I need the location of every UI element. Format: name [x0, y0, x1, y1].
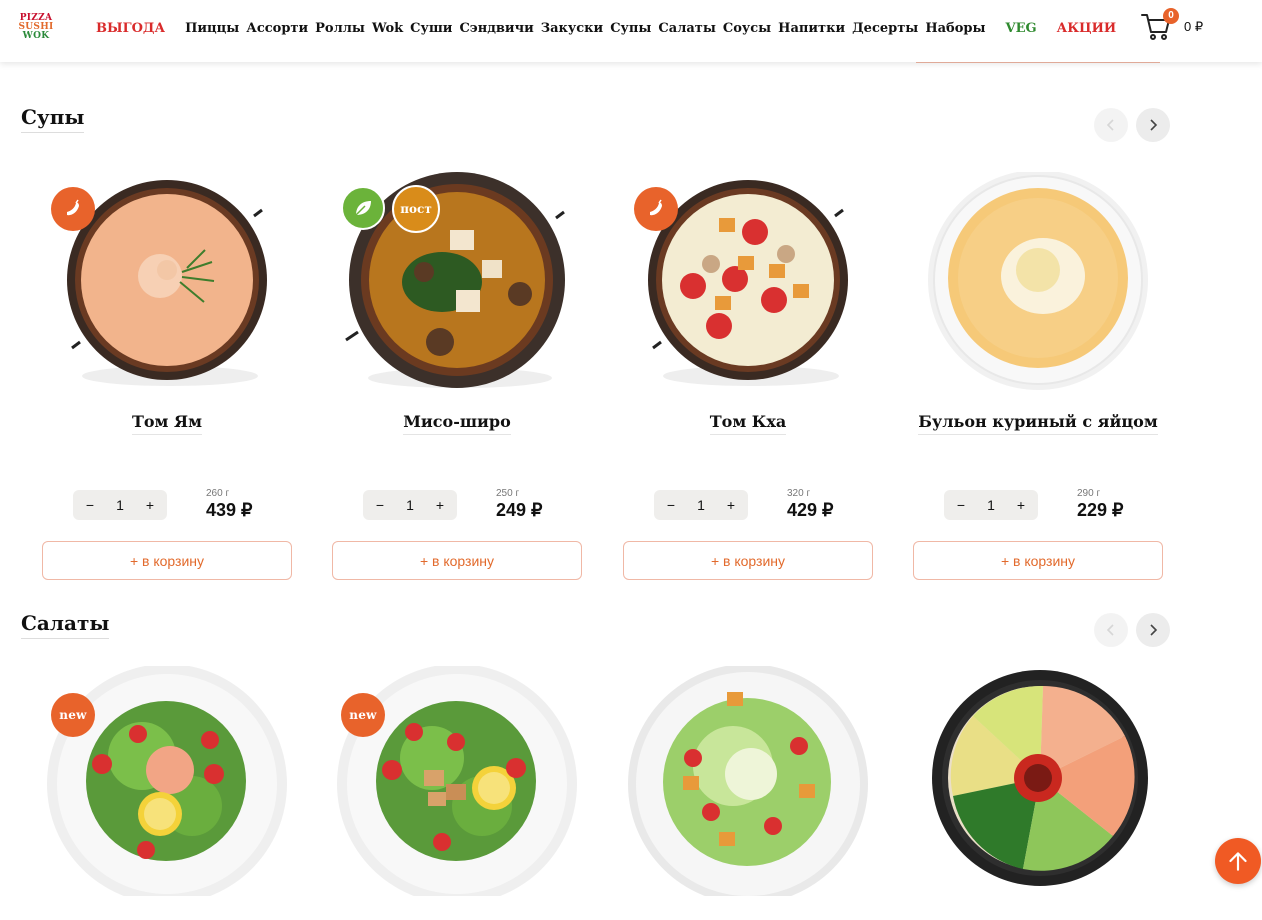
product-card-salad-1: new	[42, 664, 292, 920]
nav-item-drinks[interactable]: Напитки	[778, 21, 845, 36]
chili-icon	[634, 187, 678, 231]
quantity-value: 1	[697, 497, 705, 513]
chicken-broth-photo	[928, 170, 1148, 390]
arrow-up-icon	[1229, 852, 1247, 871]
nav-item-sauces[interactable]: Соусы	[723, 21, 771, 36]
lent-badge: пост	[392, 185, 440, 233]
product-price: 429 ₽	[787, 500, 834, 520]
salad-poke-photo	[932, 670, 1148, 886]
product-name[interactable]: Том Кха	[623, 412, 873, 435]
product-image[interactable]	[913, 170, 1163, 402]
product-card-salad-2: new	[332, 664, 582, 920]
soups-next-button[interactable]	[1136, 108, 1170, 142]
nav-item-sandwiches[interactable]: Сэндвичи	[459, 21, 533, 36]
product-image[interactable]	[913, 666, 1163, 896]
product-price: 229 ₽	[1077, 500, 1124, 520]
leaf-icon	[341, 186, 385, 230]
quantity-value: 1	[987, 497, 995, 513]
increase-button[interactable]: +	[1014, 497, 1028, 513]
product-card-salad-4	[913, 666, 1163, 920]
main-nav: ВЫГОДА Пиццы Ассорти Роллы Wok Суши Сэнд…	[96, 19, 1123, 37]
chevron-right-icon	[1150, 119, 1158, 131]
decrease-button[interactable]: −	[954, 497, 968, 513]
salads-next-button[interactable]	[1136, 613, 1170, 647]
site-logo[interactable]: PIZZA SUSHI WOK	[16, 14, 56, 44]
nav-item-pizza[interactable]: Пиццы	[185, 21, 239, 36]
quantity-stepper: − 1 +	[944, 490, 1038, 520]
add-to-cart-button[interactable]: + в корзину	[42, 541, 292, 580]
chevron-right-icon	[1150, 624, 1158, 636]
nav-item-soups[interactable]: Супы	[610, 21, 651, 36]
nav-item-desserts[interactable]: Десерты	[852, 21, 918, 36]
scroll-to-top-button[interactable]	[1215, 838, 1261, 884]
product-weight: 260 г	[206, 488, 230, 499]
product-weight: 290 г	[1077, 488, 1101, 499]
nav-item-sets[interactable]: Наборы	[925, 21, 985, 36]
product-price: 249 ₽	[496, 500, 543, 520]
site-header: PIZZA SUSHI WOK ВЫГОДА Пиццы Ассорти Рол…	[0, 0, 1262, 62]
product-weight: 250 г	[496, 488, 520, 499]
nav-item-wok[interactable]: Wok	[372, 21, 403, 36]
nav-item-veg[interactable]: VEG	[1006, 21, 1037, 36]
new-badge: new	[341, 693, 385, 737]
nav-item-snacks[interactable]: Закуски	[541, 21, 603, 36]
decrease-button[interactable]: −	[373, 497, 387, 513]
product-price: 439 ₽	[206, 500, 253, 520]
product-name[interactable]: Мисо-широ	[332, 412, 582, 435]
quantity-value: 1	[406, 497, 414, 513]
quantity-stepper: − 1 +	[654, 490, 748, 520]
increase-button[interactable]: +	[724, 497, 738, 513]
quantity-stepper: − 1 +	[73, 490, 167, 520]
add-to-cart-button[interactable]: + в корзину	[332, 541, 582, 580]
section-title-salads: Салаты	[21, 611, 110, 639]
add-to-cart-button[interactable]: + в корзину	[913, 541, 1163, 580]
salad-caesar-photo	[628, 664, 868, 904]
nav-item-sushi[interactable]: Суши	[410, 21, 452, 36]
nav-item-salads[interactable]: Салаты	[658, 21, 715, 36]
decrease-button[interactable]: −	[664, 497, 678, 513]
product-image[interactable]	[623, 664, 873, 904]
new-badge: new	[51, 693, 95, 737]
salads-prev-button[interactable]	[1094, 613, 1128, 647]
nav-item-rolls[interactable]: Роллы	[315, 21, 365, 36]
section-title-soups: Супы	[21, 105, 85, 133]
soups-prev-button[interactable]	[1094, 108, 1128, 142]
add-to-cart-button[interactable]: + в корзину	[623, 541, 873, 580]
nav-item-assorti[interactable]: Ассорти	[246, 21, 308, 36]
increase-button[interactable]: +	[433, 497, 447, 513]
nav-item-vygoda[interactable]: ВЫГОДА	[96, 21, 165, 36]
nav-item-promo[interactable]: АКЦИИ	[1057, 21, 1117, 36]
product-name[interactable]: Том Ям	[42, 412, 292, 435]
quantity-value: 1	[116, 497, 124, 513]
cart-total: 0 ₽	[1184, 19, 1204, 34]
decrease-button[interactable]: −	[83, 497, 97, 513]
chevron-left-icon	[1106, 624, 1114, 636]
increase-button[interactable]: +	[143, 497, 157, 513]
product-weight: 320 г	[787, 488, 811, 499]
product-card-salad-3	[623, 664, 873, 920]
product-name[interactable]: Бульон куриный с яйцом	[913, 412, 1163, 435]
chili-icon	[51, 187, 95, 231]
quantity-stepper: − 1 +	[363, 490, 457, 520]
chevron-left-icon	[1106, 119, 1114, 131]
cart-count-badge: 0	[1163, 8, 1179, 24]
logo-line-3: WOK	[22, 31, 50, 41]
